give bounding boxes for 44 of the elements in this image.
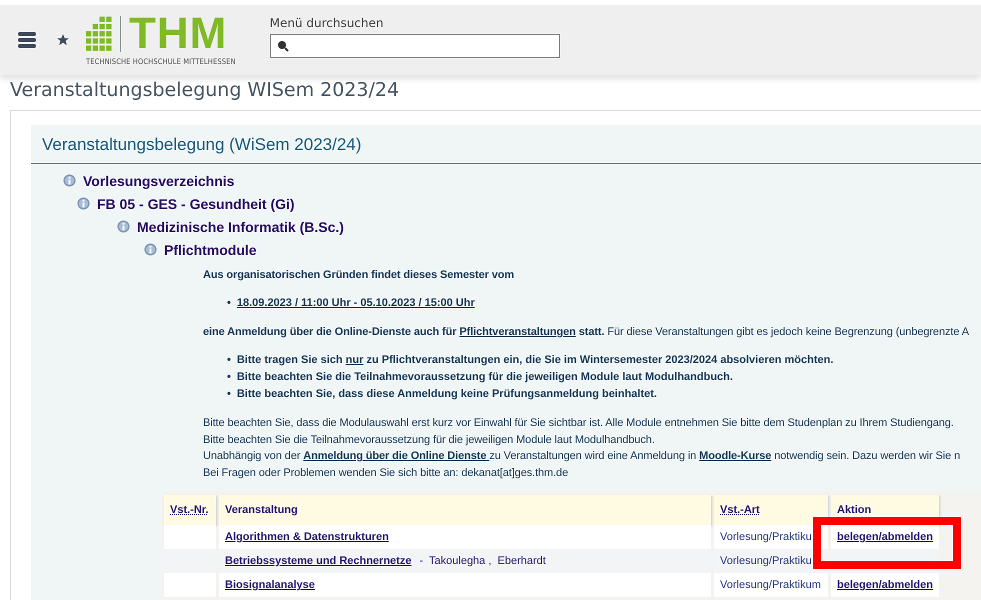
info-icon[interactable] (77, 197, 90, 210)
course-link[interactable]: Betriebssysteme und Rechnernetze (225, 555, 412, 567)
panel-title: Veranstaltungsbelegung (WiSem 2023/24) (31, 135, 981, 164)
search-icon (276, 40, 289, 52)
search-field[interactable] (270, 34, 560, 58)
course-link[interactable]: Biosignalanalyse (225, 579, 315, 591)
info-text: Bei Fragen oder Problemen wenden Sie sich bitte an: dekanat[at]ges.thm.de (203, 466, 570, 480)
column-header: Veranstaltung (219, 495, 711, 525)
logo-wordmark: THM (129, 14, 228, 54)
info-icon[interactable] (117, 220, 130, 233)
info-text: Bitte beachten Sie, dass die Modulauswahl erst kurz vor Einwahl für Sie sichtbar ist. Alle Module entnehmen Sie bitte dem Studenplan zu Ihrem Studiengang. (203, 416, 955, 431)
column-header[interactable]: Vst.-Art (714, 495, 828, 525)
paragraph-text: eine Anmeldung über die Online-Dienste auch für Pflichtveranstaltungen statt. Für diese Veranstaltungen gibt es jedoch keine Begrenzung (unbegrenzte A (203, 325, 970, 340)
paragraph-text: Aus organisatorischen Gründen findet dieses Semester vom (203, 268, 516, 283)
course-type-text: Vorlesung/Praktikum (720, 579, 821, 591)
panel-background: Veranstaltungsbelegung (WiSem 2023/24) Vorlesungsverzeichnis FB 05 - GES - Gesundheit (Gi) Medizinische Informatik (B.Sc.) Pflichtmodule Aus organisatorischen Gründen findet dieses Semester vom • 18.09.2023 / 11:00 Uhr - 05.10.2023 / 15:00 Uhr eine Anmeldung über die Online-Dienste auch für Pflichtveranstaltungen statt. Für diese Veranstaltungen gibt es jedoch keine Begrenzung (unbegrenzte A • Bitte tragen Sie sich nur zu Pflichtveranstaltungen ein, die Sie im Wintersemester 2023/2024 absolvieren möchten. • Bitte beachten Sie die Teilnahmevoraussetzung für die jeweiligen Module laut Modulhandbuch. • Bitte beachten Sie, dass diese Anmeldung keine Prüfungsanmeldung beinhaltet. Bitte beachten Sie, dass die Modulauswahl erst kurz vor Einwahl für Sie sichtbar ist. Alle Module entnehmen Sie bitte dem Studenplan zu Ihrem Studiengang. Bitte beachten Sie die Teilnahmevoraussetzung für die jeweiligen Module laut Modulhandbuch. Unabhängig von der Anmeldung über die Online Dienste zu Veranstaltungen wird eine Anmeldung in Moodle-Kurse notwendig sein. Dazu werden wir Sie n Bei Fragen oder Problemen wenden Sie sich bitte an: dekanat[at]ges.thm.de Vst.-Nr. Veranstaltung Vst.-Art Aktion Algorithmen & Datenstrukturen Vorlesung/Praktiku belegen/abmelden Betriebssysteme und Rechnernetze - Takoulegha , Eberhardt Vorlesung/Praktiku Biosignalanalyse Vorlesung/Praktikum belegen/abmelden (31, 125, 981, 600)
text-link[interactable]: Moodle-Kurse (699, 450, 772, 462)
logo-grid-icon (86, 16, 112, 52)
text-link[interactable]: Anmeldung über die Online Dienste (303, 450, 490, 462)
text-link[interactable]: Pflichtveranstaltungen (459, 326, 576, 338)
bullet-text: Bitte tragen Sie sich nur zu Pflichtveranstaltungen ein, die Sie im Wintersemester 2023/2024 absolvieren möchten. (236, 353, 834, 368)
lecturer-text: - Takoulegha , Eberhardt (419, 555, 546, 567)
tree-item[interactable]: Pflichtmodule (164, 242, 257, 258)
info-icon[interactable] (144, 243, 157, 256)
bullet-marker: • (227, 353, 231, 368)
info-text: Unabhängig von der Anmeldung über die Online Dienste zu Veranstaltungen wird eine Anmeldung in Moodle-Kurse notwendig sein. Dazu werden wir Sie n (203, 449, 962, 464)
tree-item[interactable]: Vorlesungsverzeichnis (83, 172, 234, 188)
course-type-text: Vorlesung/Praktiku (720, 531, 812, 543)
text-link[interactable]: nur (346, 354, 364, 366)
info-icon[interactable] (63, 174, 76, 187)
bullet-marker: • (227, 296, 231, 311)
column-header[interactable]: Vst.-Nr. (164, 495, 216, 525)
page-title: Veranstaltungsbelegung WISem 2023/24 (10, 79, 400, 101)
tree-item[interactable]: Medizinische Informatik (B.Sc.) (137, 218, 344, 234)
bullet-marker: • (227, 387, 231, 402)
bullet-marker: • (227, 370, 231, 385)
search-label: Menü durchsuchen (270, 16, 384, 30)
course-link[interactable]: Algorithmen & Datenstrukturen (225, 531, 389, 543)
star-icon[interactable] (56, 33, 70, 47)
tree-item[interactable]: FB 05 - GES - Gesundheit (Gi) (97, 196, 295, 212)
course-type-text: Vorlesung/Praktiku (720, 555, 812, 567)
text-link[interactable]: 18.09.2023 / 11:00 Uhr - 05.10.2023 / 15:00 Uhr (236, 295, 475, 312)
menu-icon[interactable] (18, 31, 36, 49)
info-text: Bitte beachten Sie die Teilnahmevoraussetzung für die jeweiligen Module laut Modulhandbuch. (203, 432, 656, 448)
